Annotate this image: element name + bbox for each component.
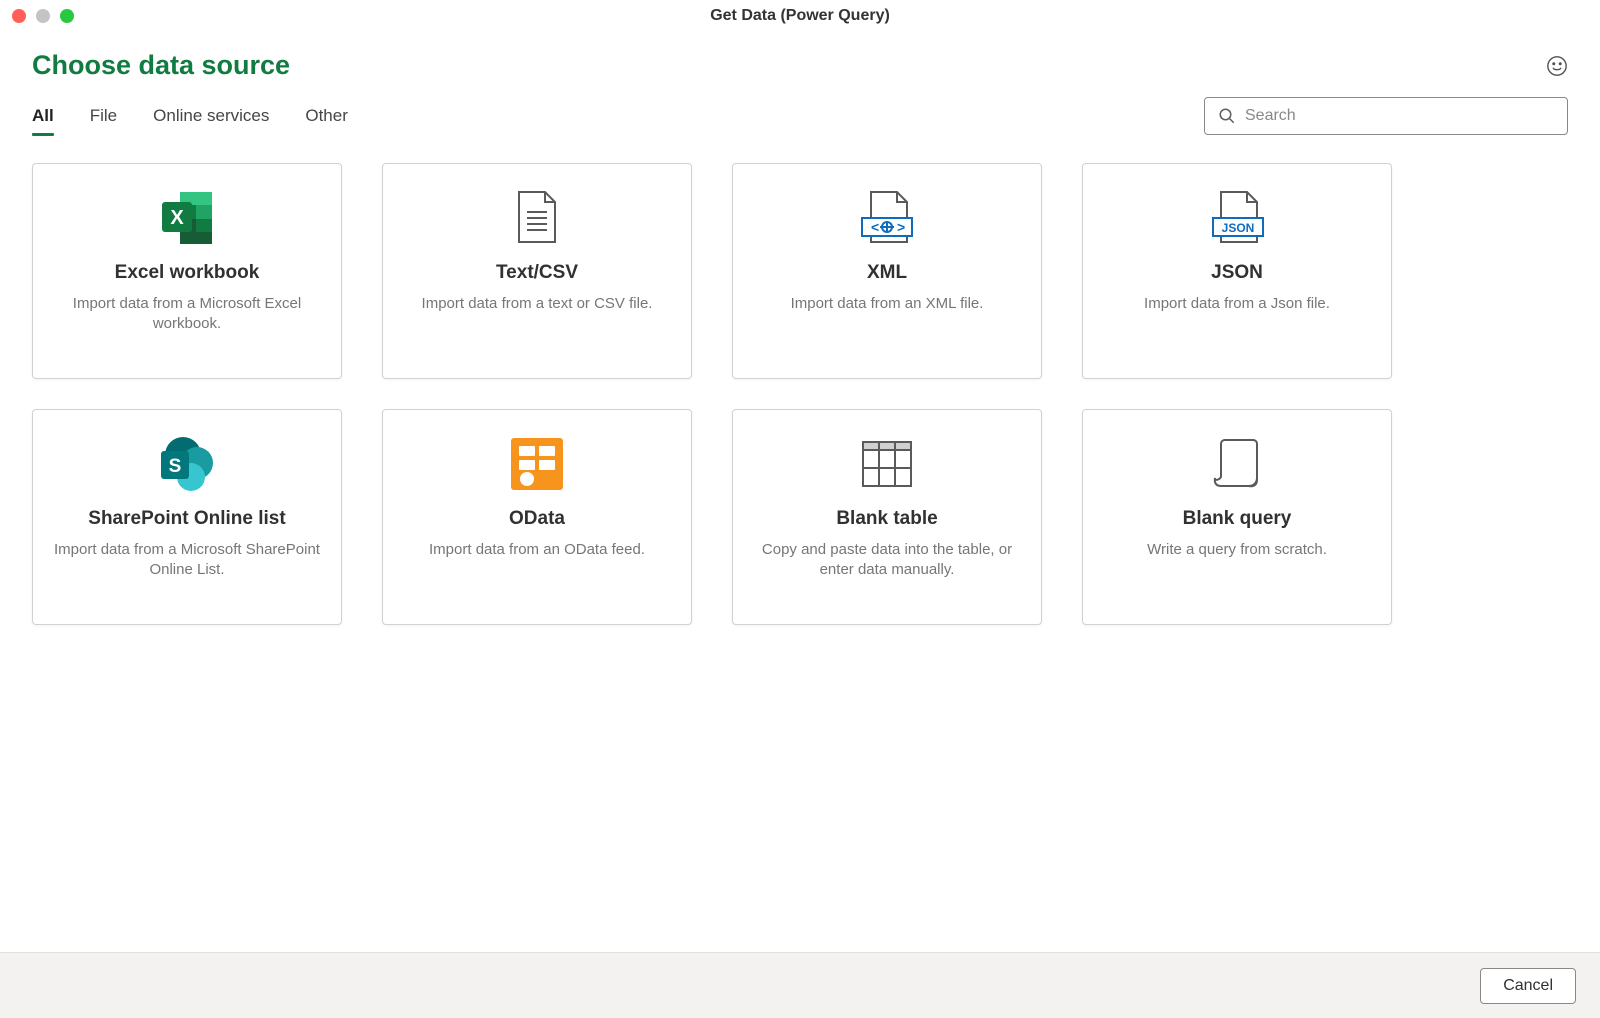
source-grid: X Excel workbook Import data from a Micr… — [32, 163, 1568, 625]
source-blank-query[interactable]: Blank query Write a query from scratch. — [1082, 409, 1392, 625]
source-title: Blank table — [836, 508, 937, 530]
source-desc: Copy and paste data into the table, or e… — [753, 540, 1021, 579]
source-excel-workbook[interactable]: X Excel workbook Import data from a Micr… — [32, 163, 342, 379]
svg-text:<: < — [871, 219, 879, 235]
xml-icon: < > — [859, 186, 915, 250]
sharepoint-icon: S — [155, 432, 219, 496]
blank-query-icon — [1209, 432, 1265, 496]
source-desc: Import data from a Json file. — [1144, 294, 1330, 314]
svg-text:>: > — [897, 219, 905, 235]
json-icon: JSON — [1209, 186, 1265, 250]
close-window-button[interactable] — [12, 9, 26, 23]
source-title: SharePoint Online list — [88, 508, 285, 530]
blank-table-icon — [859, 432, 915, 496]
header-row: Choose data source — [32, 50, 1568, 81]
source-sharepoint-online-list[interactable]: S SharePoint Online list Import data fro… — [32, 409, 342, 625]
feedback-smiley-icon[interactable] — [1546, 55, 1568, 77]
source-title: OData — [509, 508, 565, 530]
source-desc: Import data from a Microsoft Excel workb… — [53, 294, 321, 333]
tab-online-services[interactable]: Online services — [153, 98, 269, 134]
window-controls — [12, 9, 74, 23]
svg-text:X: X — [170, 207, 184, 229]
search-container — [1204, 97, 1568, 135]
nav-row: All File Online services Other — [32, 97, 1568, 135]
source-xml[interactable]: < > XML Import data from an XML file. — [732, 163, 1042, 379]
source-title: XML — [867, 262, 907, 284]
source-blank-table[interactable]: Blank table Copy and paste data into the… — [732, 409, 1042, 625]
page-title: Choose data source — [32, 50, 290, 81]
cancel-button[interactable]: Cancel — [1480, 968, 1576, 1004]
search-input[interactable] — [1204, 97, 1568, 135]
maximize-window-button[interactable] — [60, 9, 74, 23]
svg-text:S: S — [169, 456, 182, 477]
content-area: Choose data source All File Online servi… — [0, 32, 1600, 625]
tab-other[interactable]: Other — [305, 98, 348, 134]
odata-icon — [509, 432, 565, 496]
source-title: Blank query — [1183, 508, 1292, 530]
source-title: Text/CSV — [496, 262, 578, 284]
tab-all[interactable]: All — [32, 98, 54, 134]
source-title: JSON — [1211, 262, 1263, 284]
source-desc: Import data from an OData feed. — [429, 540, 645, 560]
window-title: Get Data (Power Query) — [710, 7, 890, 25]
footer: Cancel — [0, 952, 1600, 1018]
source-text-csv[interactable]: Text/CSV Import data from a text or CSV … — [382, 163, 692, 379]
source-desc: Import data from an XML file. — [791, 294, 984, 314]
excel-icon: X — [158, 186, 216, 250]
tabs: All File Online services Other — [32, 98, 348, 134]
minimize-window-button[interactable] — [36, 9, 50, 23]
source-json[interactable]: JSON JSON Import data from a Json file. — [1082, 163, 1392, 379]
source-desc: Import data from a Microsoft SharePoint … — [53, 540, 321, 579]
source-odata[interactable]: OData Import data from an OData feed. — [382, 409, 692, 625]
text-csv-icon — [515, 186, 559, 250]
titlebar: Get Data (Power Query) — [0, 0, 1600, 32]
tab-file[interactable]: File — [90, 98, 117, 134]
source-desc: Write a query from scratch. — [1147, 540, 1327, 560]
source-title: Excel workbook — [115, 262, 260, 284]
svg-text:JSON: JSON — [1222, 221, 1255, 235]
source-desc: Import data from a text or CSV file. — [422, 294, 653, 314]
